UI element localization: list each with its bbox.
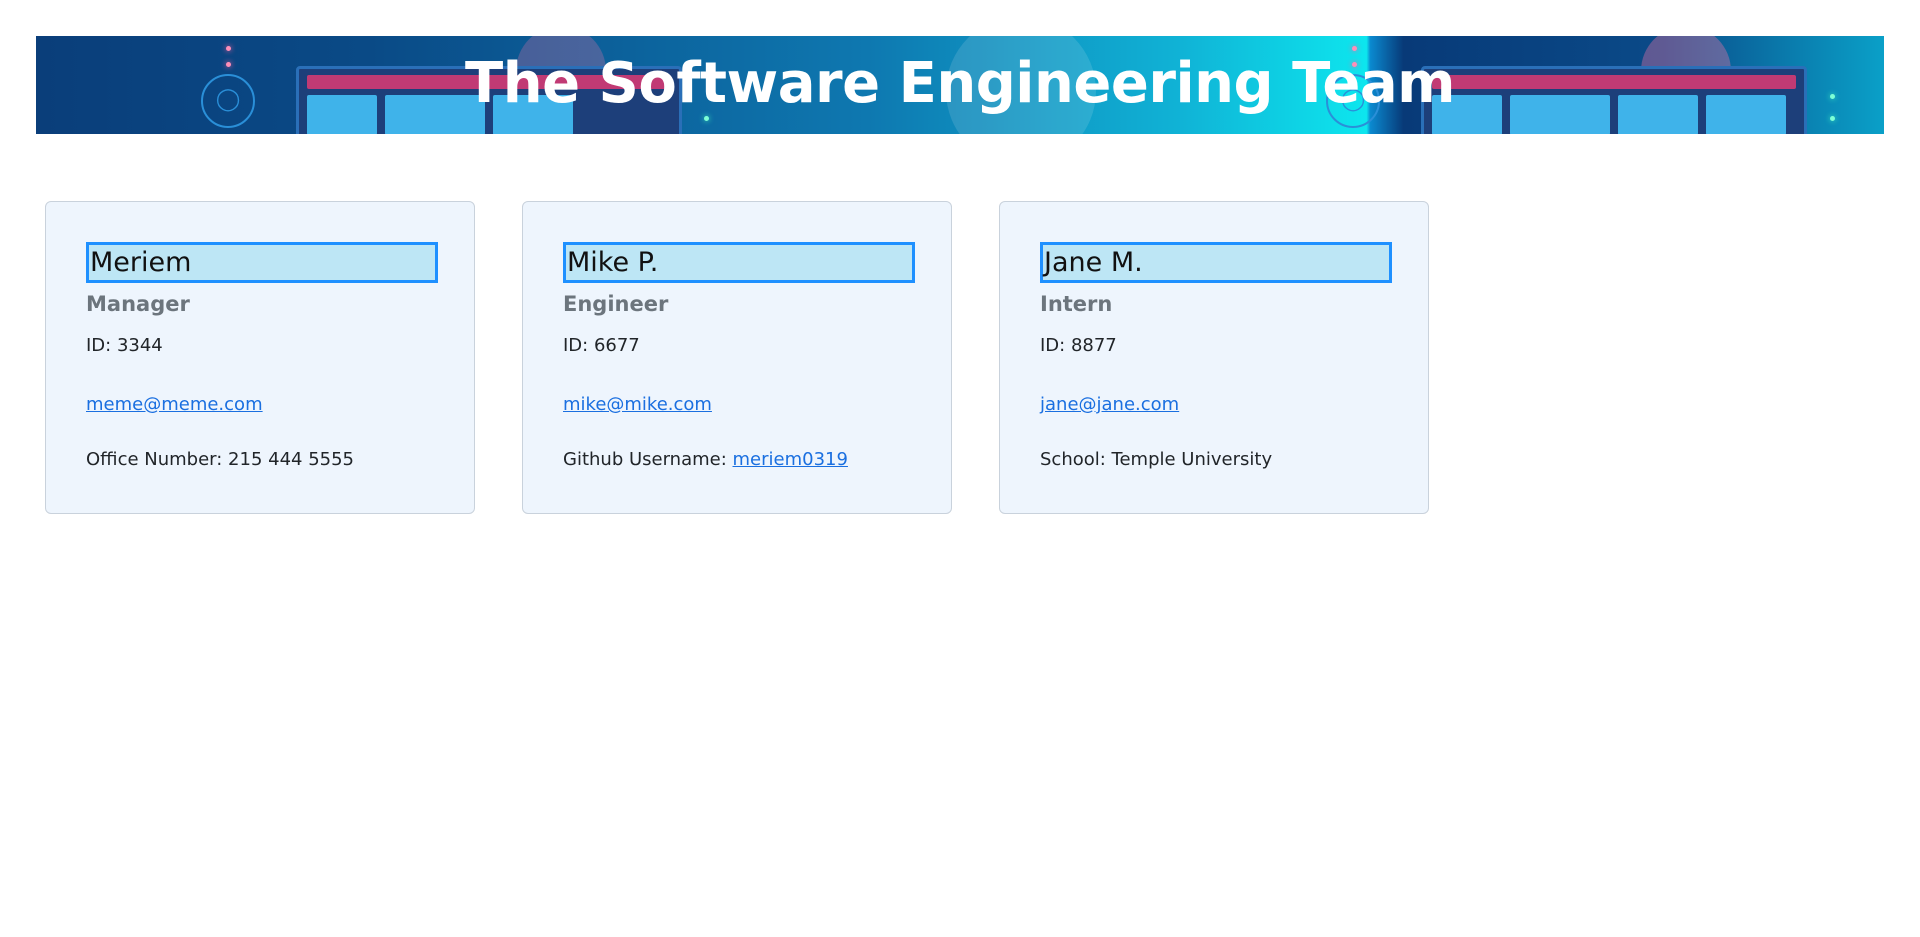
github-link[interactable]: meriem0319 [733, 449, 848, 470]
office-number: Office Number: 215 444 5555 [86, 449, 355, 470]
page-title: The Software Engineering Team [465, 51, 1455, 116]
employee-name: Jane M. [1040, 242, 1392, 283]
employee-email-link[interactable]: mike@mike.com [563, 394, 712, 415]
employee-email-link[interactable]: jane@jane.com [1040, 394, 1179, 415]
github-label: Github Username: [563, 449, 733, 470]
employee-card: Jane M. Intern ID: 8877 jane@jane.com Sc… [999, 201, 1429, 514]
employee-role: Manager [86, 292, 190, 316]
employee-email-link[interactable]: meme@meme.com [86, 394, 263, 415]
employee-role: Intern [1040, 292, 1113, 316]
employee-card: Meriem Manager ID: 3344 meme@meme.com Of… [45, 201, 475, 514]
employee-name: Meriem [86, 242, 438, 283]
header-banner: ◯ ◯ The Software Engineering Team [36, 36, 1884, 134]
employee-id: ID: 6677 [563, 335, 640, 356]
github-username: Github Username: meriem0319 [563, 449, 848, 470]
school-name: School: Temple University [1040, 449, 1273, 470]
employee-role: Engineer [563, 292, 669, 316]
employee-id: ID: 8877 [1040, 335, 1117, 356]
employee-card: Mike P. Engineer ID: 6677 mike@mike.com … [522, 201, 952, 514]
employee-id: ID: 3344 [86, 335, 163, 356]
employee-name: Mike P. [563, 242, 915, 283]
